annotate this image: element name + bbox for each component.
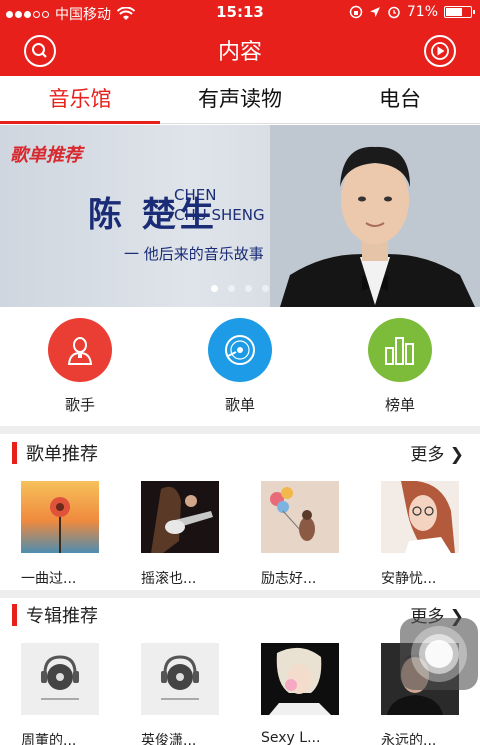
content-tabs: 音乐馆 有声读物 电台	[0, 76, 480, 124]
pager-dot[interactable]	[262, 285, 269, 292]
promo-banner[interactable]: 歌单推荐 陈 楚生 CHEN CHU SHENG 一 他后来的音乐故事	[0, 125, 480, 307]
section-accent-bar	[12, 604, 17, 626]
category-label: 歌手	[64, 396, 95, 414]
playlist-cover	[141, 481, 219, 553]
category-row: 歌手 歌单 榜单	[0, 318, 480, 426]
album-caption: Sexy L...	[261, 730, 321, 745]
album-placeholder-cover	[21, 643, 99, 715]
playlist-caption: 摇滚也...	[141, 571, 197, 587]
playlist-cover	[381, 480, 459, 553]
playlist-section-header: 歌单推荐 更多 ❯	[0, 434, 480, 470]
section-divider	[0, 426, 480, 434]
banner-subtitle: 一 他后来的音乐故事	[124, 245, 264, 263]
album-card[interactable]: 周董的...	[21, 643, 101, 745]
playlist-more-link[interactable]: 更多 ❯	[410, 440, 464, 465]
now-playing-button[interactable]	[424, 35, 456, 67]
banner-name-en-line2: CHU SHENG	[174, 206, 265, 224]
assistive-touch-button[interactable]	[400, 618, 478, 690]
album-caption: 永远的...	[381, 733, 437, 745]
playlist-cover	[261, 481, 339, 553]
page-title: 内容	[217, 40, 262, 65]
rotation-lock-icon	[349, 5, 363, 19]
banner-artist-name-en: CHEN CHU SHENG	[174, 185, 265, 225]
alarm-icon	[388, 6, 400, 19]
section-accent-bar	[12, 442, 17, 464]
category-label: 榜单	[384, 396, 415, 414]
pager-dot[interactable]	[228, 285, 235, 292]
playlist-caption: 励志好...	[261, 571, 317, 587]
battery-percent: 71%	[406, 4, 438, 20]
chart-icon	[368, 318, 432, 382]
album-card[interactable]: Sexy L...	[261, 643, 341, 745]
section-title: 专辑推荐	[26, 606, 98, 627]
banner-pager	[0, 285, 480, 292]
battery-icon	[444, 6, 475, 18]
tab-audiobooks[interactable]: 有声读物	[160, 76, 320, 123]
playlist-caption: 一曲过...	[21, 571, 77, 587]
tab-radio[interactable]: 电台	[320, 76, 480, 123]
play-icon	[431, 42, 449, 60]
playlist-card[interactable]: 一曲过...	[21, 481, 101, 588]
album-placeholder-cover	[141, 643, 219, 715]
banner-tag: 歌单推荐	[10, 145, 82, 166]
disc-icon	[208, 318, 272, 382]
banner-name-en-line1: CHEN	[174, 186, 217, 204]
album-caption: 英俊潇...	[141, 733, 197, 745]
playlist-card[interactable]: 励志好...	[261, 481, 341, 588]
playlist-card[interactable]: 安静忧...	[381, 480, 461, 588]
top-bar: 中国移动 15:13 71% 内容	[0, 0, 480, 76]
tab-music-hall[interactable]: 音乐馆	[0, 76, 160, 124]
playlist-caption: 安静忧...	[381, 571, 437, 587]
playlist-cover	[21, 481, 99, 553]
playlist-card[interactable]: 摇滚也...	[141, 481, 221, 588]
category-label: 歌单	[224, 396, 255, 414]
status-bar: 中国移动 15:13 71%	[0, 0, 480, 24]
pager-dot[interactable]	[211, 285, 218, 292]
pager-dot[interactable]	[245, 285, 252, 292]
album-card[interactable]: 英俊潇...	[141, 643, 221, 745]
artist-photo	[270, 125, 480, 307]
location-icon	[369, 7, 380, 17]
category-singer[interactable]: 歌手	[35, 318, 125, 415]
category-playlist[interactable]: 歌单	[195, 318, 285, 415]
section-title: 歌单推荐	[26, 444, 98, 465]
chevron-right-icon: ❯	[444, 445, 464, 465]
album-caption: 周董的...	[21, 733, 77, 745]
category-charts[interactable]: 榜单	[355, 318, 445, 415]
album-cover	[261, 643, 339, 715]
more-label: 更多	[410, 445, 445, 465]
singer-icon	[48, 318, 112, 382]
